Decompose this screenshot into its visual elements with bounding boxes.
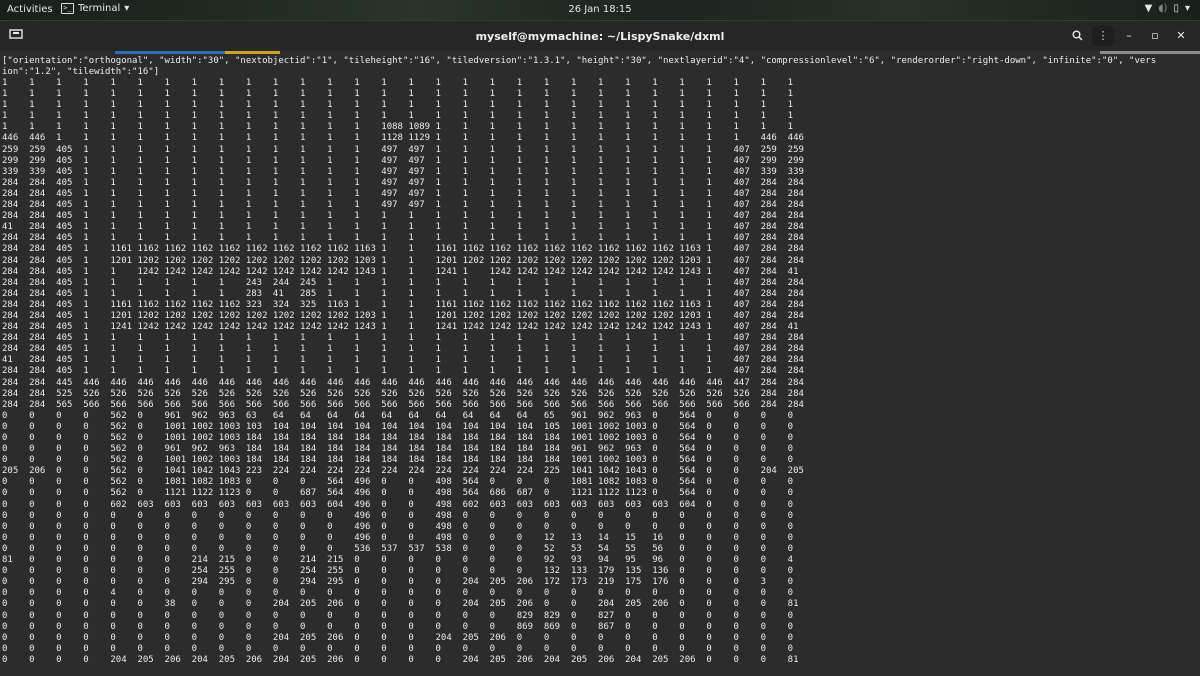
terminal-output-area[interactable]: ["orientation":"orthogonal", "width":"30… xyxy=(0,51,1200,676)
search-icon xyxy=(1072,30,1083,41)
volume-icon: ◖) xyxy=(1158,3,1168,14)
minimize-icon: – xyxy=(1126,29,1132,42)
chevron-down-icon: ▾ xyxy=(1184,3,1190,14)
maximize-icon: ▫ xyxy=(1151,29,1159,42)
minimize-button[interactable]: – xyxy=(1118,26,1140,46)
kebab-menu-icon: ⋮ xyxy=(1097,29,1109,42)
gnome-top-bar: Activities >_ Terminal ▾ 26 Jan 18:15 ▼ … xyxy=(0,0,1200,20)
window-titlebar[interactable]: myself@mymachine: ~/LispySnake/dxml ⋮ – … xyxy=(0,21,1200,51)
maximize-button[interactable]: ▫ xyxy=(1144,26,1166,46)
battery-icon: ▯ xyxy=(1173,3,1179,14)
wifi-icon: ▼ xyxy=(1144,3,1153,14)
close-icon: ✕ xyxy=(1176,29,1186,42)
search-button[interactable] xyxy=(1066,26,1088,46)
hamburger-menu-button[interactable]: ⋮ xyxy=(1092,26,1114,46)
terminal-window: myself@mymachine: ~/LispySnake/dxml ⋮ – … xyxy=(0,20,1200,676)
system-tray[interactable]: ▼ ◖) ▯ ▾ xyxy=(1145,3,1190,14)
tile-grid-output: 1 1 1 1 1 1 1 1 1 1 1 1 1 1 1 1 1 1 1 1 … xyxy=(2,78,804,665)
tmx-header-output: ["orientation":"orthogonal", "width":"30… xyxy=(2,56,1157,78)
window-controls: ⋮ – ▫ ✕ xyxy=(1066,26,1192,46)
close-button[interactable]: ✕ xyxy=(1170,26,1192,46)
clock[interactable]: 26 Jan 18:15 xyxy=(0,4,1200,15)
window-title: myself@mymachine: ~/LispySnake/dxml xyxy=(475,30,725,43)
